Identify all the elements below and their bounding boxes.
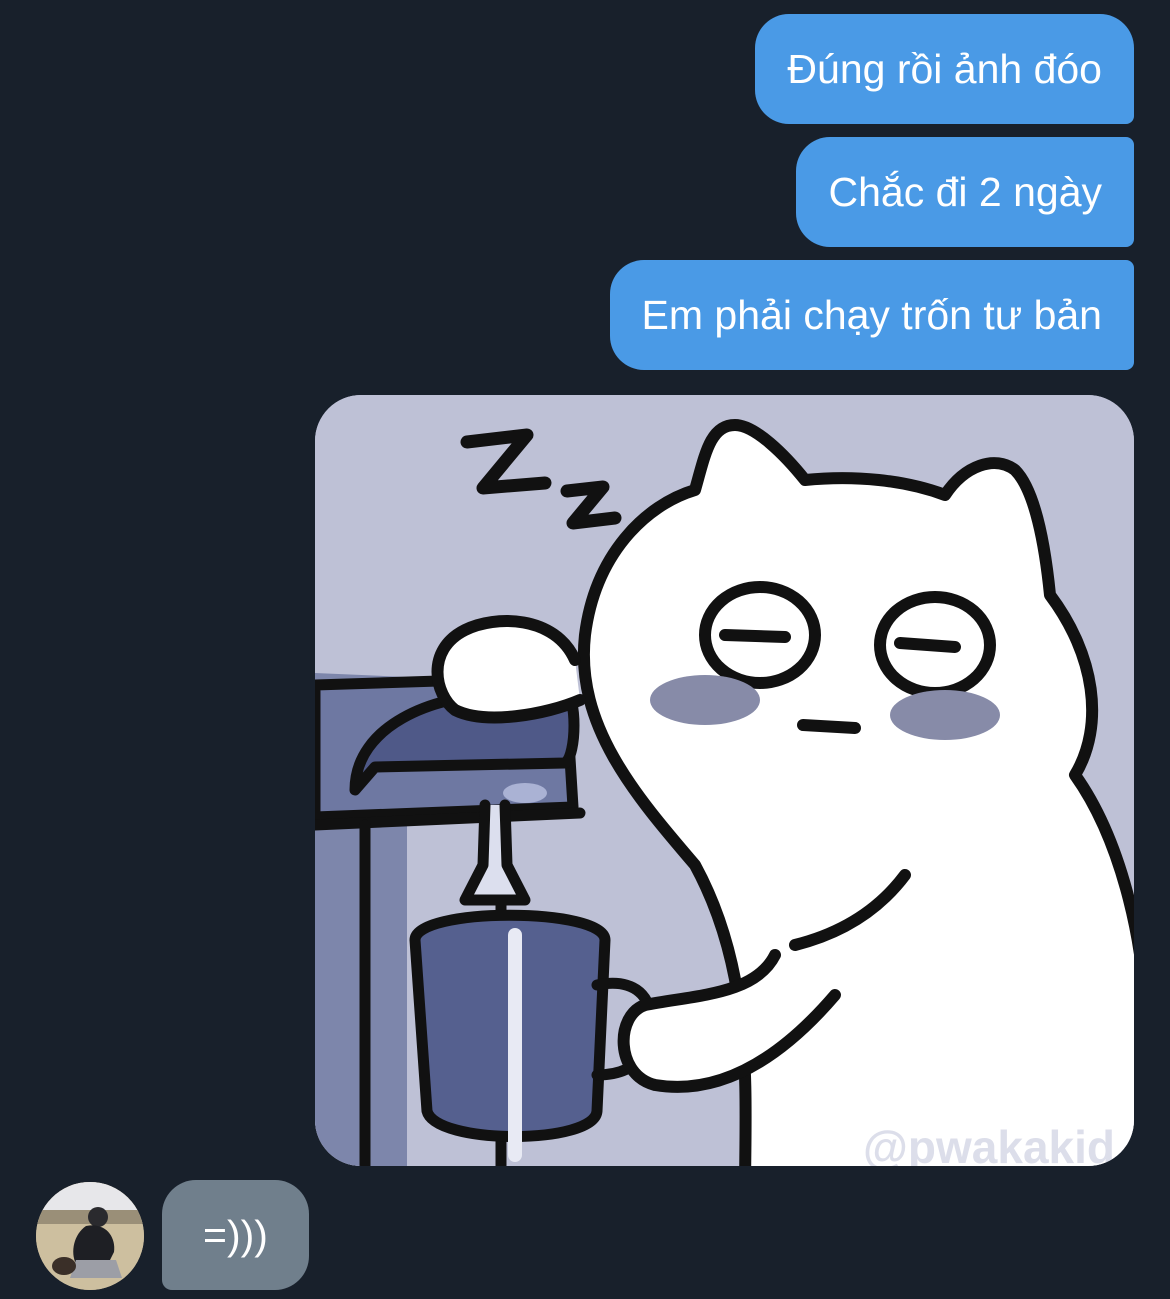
message-text: =))) [203, 1212, 268, 1258]
avatar[interactable] [36, 1182, 144, 1290]
sleepy-cat-coffee-sticker: @pwakakid [315, 395, 1134, 1166]
sticker-watermark: @pwakakid [863, 1121, 1115, 1166]
incoming-message[interactable]: =))) [162, 1180, 309, 1290]
outgoing-message[interactable]: Em phải chạy trốn tư bản [609, 260, 1134, 370]
person-with-dog-photo-icon [36, 1182, 144, 1290]
message-text: Chắc đi 2 ngày [828, 169, 1102, 215]
message-text: Em phải chạy trốn tư bản [641, 292, 1102, 338]
outgoing-message[interactable]: Đúng rồi ảnh đóo [755, 14, 1134, 124]
outgoing-message[interactable]: Chắc đi 2 ngày [796, 137, 1134, 247]
message-text: Đúng rồi ảnh đóo [787, 46, 1102, 92]
sticker-message[interactable]: @pwakakid [315, 395, 1134, 1166]
